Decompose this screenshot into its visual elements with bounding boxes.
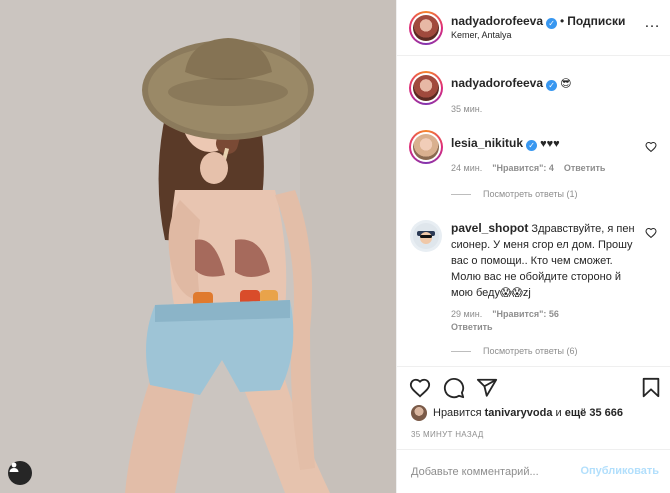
add-comment-bar: Опубликовать xyxy=(397,449,670,493)
view-replies-button[interactable]: Посмотреть ответы (1) xyxy=(451,189,578,199)
verified-badge-icon: ✓ xyxy=(546,18,558,29)
separator-dot: • xyxy=(560,14,565,28)
likes-conjunction: и xyxy=(555,407,562,419)
comment-likes[interactable]: "Нравится": 56 xyxy=(492,309,559,319)
post-timestamp[interactable]: 35 МИНУТ НАЗАД xyxy=(411,430,484,439)
comments-list: nadyadorofeeva ✓ 😎 35 мин. lesia_nikituk ✓… xyxy=(397,57,670,366)
caption-avatar[interactable] xyxy=(409,71,443,105)
heart-icon[interactable] xyxy=(645,227,657,239)
user-silhouette-icon xyxy=(9,462,19,472)
liker-avatar[interactable] xyxy=(411,405,427,421)
post-side-panel: nadyadorofeeva ✓ • Подписки Kemer, Antalya … xyxy=(396,0,670,493)
verified-badge-icon: ✓ xyxy=(526,140,538,151)
user-tag-icon[interactable] xyxy=(8,461,32,485)
reply-button[interactable]: Ответить xyxy=(451,322,493,332)
caption-time[interactable]: 35 мин. xyxy=(451,104,482,114)
comment-avatar[interactable] xyxy=(409,130,443,164)
likes-count-button[interactable]: ещё 35 666 xyxy=(565,407,623,419)
post-location[interactable]: Kemer, Antalya xyxy=(451,30,512,40)
comment-input[interactable] xyxy=(411,464,581,480)
comment-bubble-icon[interactable] xyxy=(443,377,465,399)
publish-button[interactable]: Опубликовать xyxy=(580,465,659,477)
heart-icon[interactable] xyxy=(409,377,431,399)
caption-text: 😎 xyxy=(560,78,572,90)
avatar-image xyxy=(413,223,439,249)
caption-username[interactable]: nadyadorofeeva xyxy=(451,76,543,90)
view-replies-button[interactable]: Посмотреть ответы (6) xyxy=(451,346,578,356)
verified-badge-icon: ✓ xyxy=(546,80,558,91)
comment-avatar[interactable] xyxy=(410,220,442,252)
view-replies-label: Посмотреть ответы (1) xyxy=(483,189,578,199)
view-replies-label: Посмотреть ответы (6) xyxy=(483,346,578,356)
post-header: nadyadorofeeva ✓ • Подписки Kemer, Antalya … xyxy=(397,0,670,56)
paper-plane-icon[interactable] xyxy=(476,377,498,399)
bookmark-icon[interactable] xyxy=(640,377,662,399)
likes-prefix: Нравится xyxy=(433,407,482,419)
comment-time[interactable]: 29 мин. xyxy=(451,309,482,319)
comment-text: ♥♥♥ xyxy=(540,138,560,150)
comment-likes[interactable]: "Нравится": 4 xyxy=(492,163,554,173)
liker-username[interactable]: tanivaryvoda xyxy=(485,407,553,419)
likes-summary: Нравится tanivaryvoda и ещё 35 666 xyxy=(411,405,623,421)
more-options-icon[interactable]: … xyxy=(644,14,661,32)
author-username[interactable]: nadyadorofeeva xyxy=(451,14,543,28)
following-button[interactable]: Подписки xyxy=(567,14,625,28)
comment-username[interactable]: lesia_nikituk xyxy=(451,136,523,150)
comment-username[interactable]: pavel_shopot xyxy=(451,221,528,235)
author-avatar[interactable] xyxy=(409,11,443,45)
action-bar xyxy=(397,366,670,408)
reply-button[interactable]: Ответить xyxy=(564,163,606,173)
post-photo[interactable] xyxy=(0,0,396,493)
comment-time[interactable]: 24 мин. xyxy=(451,163,482,173)
post-photo-illustration xyxy=(0,0,396,493)
heart-icon[interactable] xyxy=(645,141,657,153)
